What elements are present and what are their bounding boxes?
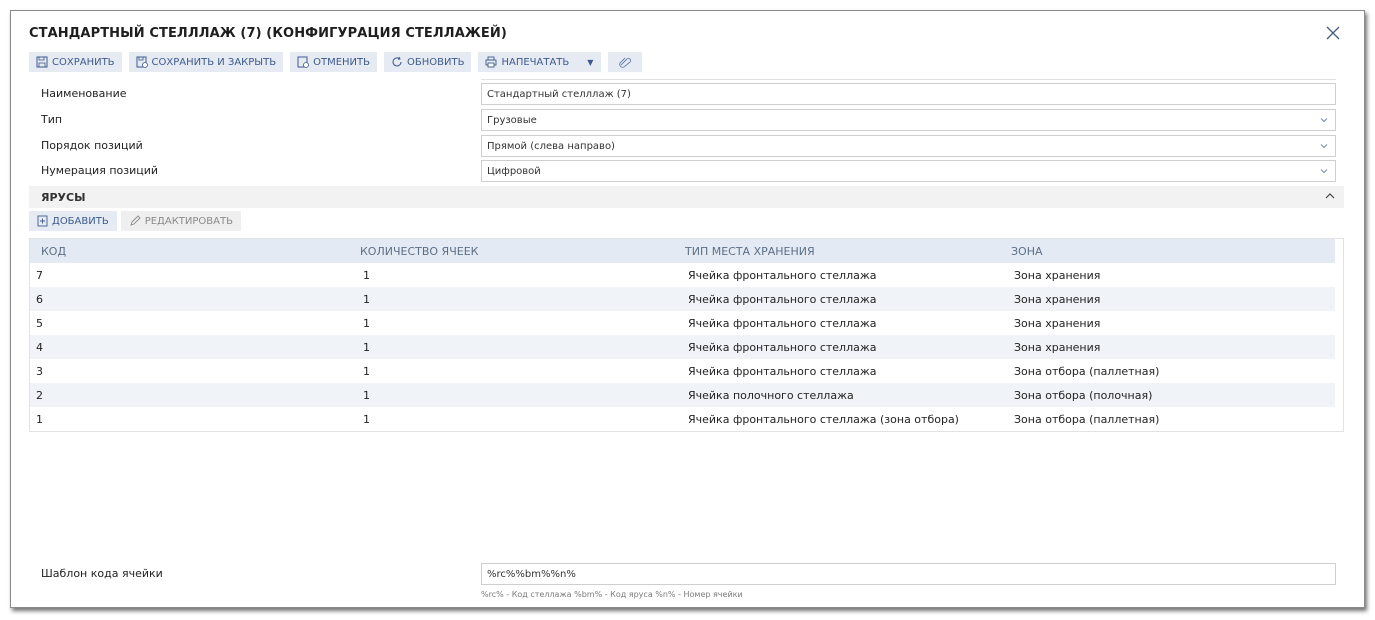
close-icon[interactable]	[1324, 24, 1342, 42]
table-row[interactable]: 7 1 Ячейка фронтального стеллажа Зона хр…	[30, 263, 1335, 287]
table-row[interactable]: 1 1 Ячейка фронтального стеллажа (зона о…	[30, 407, 1335, 431]
cell-storage-type: Ячейка фронтального стеллажа	[688, 269, 877, 282]
table-row[interactable]: 5 1 Ячейка фронтального стеллажа Зона хр…	[30, 311, 1335, 335]
cell-count: 1	[363, 365, 370, 378]
chevron-up-icon[interactable]	[1324, 191, 1336, 201]
name-input[interactable]: Стандартный стелллаж (7)	[481, 83, 1336, 105]
order-row: Порядок позиций Прямой (слева направо)	[41, 135, 1336, 157]
cell-storage-type: Ячейка фронтального стеллажа	[688, 317, 877, 330]
edit-tier-label: РЕДАКТИРОВАТЬ	[144, 215, 233, 227]
cell-code: 5	[36, 317, 43, 330]
attach-button[interactable]	[608, 52, 643, 72]
name-value: Стандартный стелллаж (7)	[487, 89, 631, 100]
order-label: Порядок позиций	[41, 139, 143, 152]
name-row: Наименование Стандартный стелллаж (7)	[41, 83, 1336, 105]
refresh-button[interactable]: ОБНОВИТЬ	[384, 52, 472, 72]
add-tier-label: ДОБАВИТЬ	[52, 215, 109, 227]
order-value: Прямой (слева направо)	[487, 141, 615, 152]
save-close-button[interactable]: СОХРАНИТЬ И ЗАКРЫТЬ	[128, 52, 284, 72]
chevron-down-icon	[1320, 169, 1328, 174]
column-header-zone[interactable]: ЗОНА	[1011, 245, 1043, 258]
numbering-row: Нумерация позиций Цифровой	[41, 160, 1336, 182]
type-row: Тип Грузовые	[41, 109, 1336, 131]
paperclip-icon	[619, 57, 632, 68]
dialog-title: СТАНДАРТНЫЙ СТЕЛЛЛАЖ (7) (КОНФИГУРАЦИЯ С…	[29, 26, 507, 41]
cell-zone: Зона хранения	[1014, 269, 1101, 282]
cell-storage-type: Ячейка фронтального стеллажа	[688, 365, 877, 378]
cell-template-value: %rc%%bm%%n%	[487, 569, 576, 580]
order-select[interactable]: Прямой (слева направо)	[481, 135, 1336, 157]
cell-template-label: Шаблон кода ячейки	[41, 567, 163, 580]
cell-code: 6	[36, 293, 43, 306]
type-select[interactable]: Грузовые	[481, 109, 1336, 131]
cancel-button[interactable]: ОТМЕНИТЬ	[290, 52, 378, 72]
dialog-window: СТАНДАРТНЫЙ СТЕЛЛЛАЖ (7) (КОНФИГУРАЦИЯ С…	[10, 10, 1365, 608]
cell-storage-type: Ячейка фронтального стеллажа (зона отбор…	[688, 413, 959, 426]
table-row[interactable]: 6 1 Ячейка фронтального стеллажа Зона хр…	[30, 287, 1335, 311]
cell-count: 1	[363, 293, 370, 306]
chevron-down-icon	[1320, 144, 1328, 149]
type-value: Грузовые	[487, 115, 537, 126]
tiers-toolbar: ДОБАВИТЬ РЕДАКТИРОВАТЬ	[29, 211, 241, 231]
cell-count: 1	[363, 317, 370, 330]
save-button[interactable]: СОХРАНИТЬ	[29, 52, 122, 72]
cell-code: 7	[36, 269, 43, 282]
cell-count: 1	[363, 413, 370, 426]
cell-count: 1	[363, 269, 370, 282]
save-close-icon	[136, 56, 148, 68]
printer-icon	[486, 56, 497, 68]
numbering-label: Нумерация позиций	[41, 164, 159, 177]
save-close-label: СОХРАНИТЬ И ЗАКРЫТЬ	[151, 56, 277, 68]
numbering-select[interactable]: Цифровой	[481, 160, 1336, 182]
column-header-storage-type[interactable]: ТИП МЕСТА ХРАНЕНИЯ	[685, 245, 815, 258]
chevron-down-icon	[1320, 118, 1328, 123]
table-row[interactable]: 3 1 Ячейка фронтального стеллажа Зона от…	[30, 359, 1335, 383]
refresh-icon	[392, 56, 402, 67]
cell-code: 4	[36, 341, 43, 354]
cell-code: 3	[36, 365, 43, 378]
cell-template-row: Шаблон кода ячейки %rc%%bm%%n%	[41, 563, 1336, 585]
tiers-title: ЯРУСЫ	[41, 191, 86, 204]
name-label: Наименование	[41, 87, 127, 100]
cell-zone: Зона хранения	[1014, 341, 1101, 354]
caret-down-icon[interactable]: ▼	[587, 58, 593, 67]
add-document-icon	[37, 215, 48, 227]
save-label: СОХРАНИТЬ	[52, 56, 115, 68]
cell-count: 1	[363, 389, 370, 402]
cell-storage-type: Ячейка полочного стеллажа	[688, 389, 854, 402]
cell-zone: Зона хранения	[1014, 317, 1101, 330]
cell-template-input[interactable]: %rc%%bm%%n%	[481, 563, 1336, 585]
save-icon	[36, 56, 48, 68]
numbering-value: Цифровой	[487, 166, 541, 177]
cell-zone: Зона отбора (полочная)	[1014, 389, 1153, 402]
cell-code: 1	[36, 413, 43, 426]
table-row[interactable]: 2 1 Ячейка полочного стеллажа Зона отбор…	[30, 383, 1335, 407]
cell-storage-type: Ячейка фронтального стеллажа	[688, 293, 877, 306]
main-toolbar: СОХРАНИТЬ СОХРАНИТЬ И ЗАКРЫТЬ ОТМЕНИТЬ О…	[29, 52, 643, 72]
pencil-icon	[129, 215, 141, 226]
cancel-label: ОТМЕНИТЬ	[313, 56, 371, 68]
cell-storage-type: Ячейка фронтального стеллажа	[688, 341, 877, 354]
grid-header: КОД КОЛИЧЕСТВО ЯЧЕЕК ТИП МЕСТА ХРАНЕНИЯ …	[30, 239, 1335, 263]
add-tier-button[interactable]: ДОБАВИТЬ	[29, 211, 117, 231]
cell-zone: Зона хранения	[1014, 293, 1101, 306]
cancel-icon	[297, 56, 310, 68]
cell-template-hint: %rc% - Код стеллажа %bm% - Код яруса %n%…	[481, 590, 743, 599]
cell-count: 1	[363, 341, 370, 354]
tiers-grid: КОД КОЛИЧЕСТВО ЯЧЕЕК ТИП МЕСТА ХРАНЕНИЯ …	[29, 238, 1344, 432]
table-row[interactable]: 4 1 Ячейка фронтального стеллажа Зона хр…	[30, 335, 1335, 359]
cell-zone: Зона отбора (паллетная)	[1014, 365, 1160, 378]
print-button[interactable]: НАПЕЧАТАТЬ ▼	[478, 52, 602, 72]
divider	[481, 79, 1336, 80]
edit-tier-button[interactable]: РЕДАКТИРОВАТЬ	[120, 211, 241, 231]
cell-zone: Зона отбора (паллетная)	[1014, 413, 1160, 426]
cell-code: 2	[36, 389, 43, 402]
column-header-cell-count[interactable]: КОЛИЧЕСТВО ЯЧЕЕК	[360, 245, 478, 258]
column-header-code[interactable]: КОД	[41, 245, 66, 258]
tiers-section-header: ЯРУСЫ	[29, 186, 1344, 208]
type-label: Тип	[41, 113, 63, 126]
refresh-label: ОБНОВИТЬ	[407, 56, 465, 68]
print-label: НАПЕЧАТАТЬ	[501, 56, 570, 68]
